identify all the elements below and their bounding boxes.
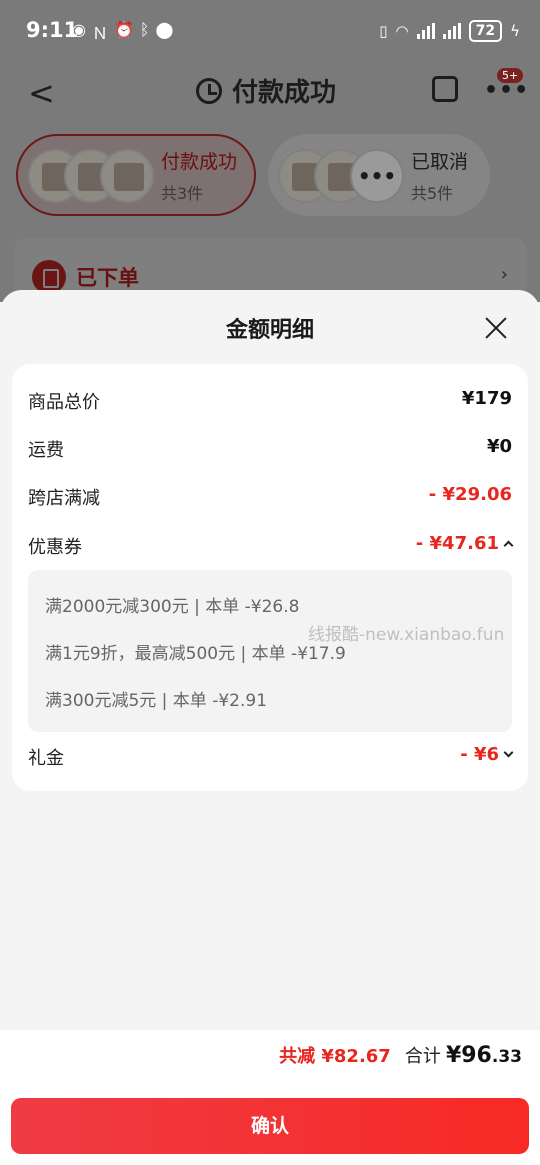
chevron-down-icon[interactable] [503,747,514,758]
order-page-overlay: < 付款成功 ••• 5+ 付款成功 共3件 ••• 已取消 共5件 已下单 › [0,62,540,318]
bluetooth-icon: ᛒ [139,20,150,39]
order-status-label: 已下单 [76,266,139,290]
close-icon[interactable] [484,316,508,340]
status-icons-right: ▯ ◠ 72 ϟ [379,20,520,42]
order-tab-paid[interactable]: 付款成功 共3件 [16,134,256,216]
signal-icon-2 [442,23,461,39]
row-label: 礼金 [28,748,64,769]
watermark-text: 线报酷-new.xianbao.fun [308,625,505,645]
row-total-price: 商品总价 ¥179 [28,388,512,418]
alarm-icon: ⏰ [113,20,134,39]
location-icon: ⬤ [155,20,174,39]
notification-badge: 5+ [497,68,524,83]
coupon-detail-item: 满300元减5元 | 本单 -¥2.91 [45,691,268,711]
total-amount-integer: ¥96 [445,1043,492,1068]
nfc-icon: Ｎ [91,24,108,43]
sheet-title: 金额明细 [225,318,314,343]
row-value: - ¥29.06 [428,484,512,505]
page-title: 付款成功 [196,72,336,109]
row-value: - ¥6 [460,744,499,765]
vibrate-icon: ▯ [379,22,388,40]
row-shipping: 运费 ¥0 [28,436,512,466]
row-label: 运费 [28,440,64,461]
back-icon[interactable]: < [28,74,55,112]
order-tab-count: 共3件 [161,183,204,203]
status-icons-left: ◉ Ｎ ⏰ ᛒ ⬤ [72,20,173,44]
status-bar: 9:11 ◉ Ｎ ⏰ ᛒ ⬤ ▯ ◠ 72 ϟ [0,0,540,62]
eye-icon: ◉ [72,20,86,39]
row-value: ¥0 [486,436,512,457]
product-thumbnails [28,145,154,205]
product-thumbnails: ••• [278,145,404,205]
order-icon [32,260,66,294]
total-saved: 共减 ¥82.67 [279,1046,391,1067]
signal-icon [416,23,435,39]
order-tab-title: 已取消 [411,150,469,173]
product-thumb [100,149,154,203]
row-label: 商品总价 [28,392,100,413]
coupon-detail-item: 满2000元减300元 | 本单 -¥26.8 [45,597,300,617]
order-tab-title: 付款成功 [161,150,238,173]
total-label: 合计 [404,1046,441,1067]
row-label: 优惠券 [28,537,82,558]
total-summary: 共减 ¥82.67 合计 ¥96.33 [279,1042,522,1068]
row-value: ¥179 [461,388,512,409]
coupon-detail-box: 满2000元减300元 | 本单 -¥26.8 满1元9折，最高减500元 | … [28,570,512,732]
row-value: - ¥47.61 [415,533,499,554]
more-products-icon: ••• [350,149,404,203]
confirm-button[interactable]: 确认 [11,1098,529,1154]
charging-icon: ϟ [510,22,520,40]
row-cross-store-discount: 跨店满减 - ¥29.06 [28,484,512,514]
chevron-right-icon: › [500,264,508,285]
clock-icon [196,77,222,104]
battery-icon: 72 [468,20,503,42]
amount-detail-card: 商品总价 ¥179 运费 ¥0 跨店满减 - ¥29.06 优惠券 - ¥47.… [12,364,528,791]
total-amount-decimal: .33 [491,1047,522,1067]
row-gift-money[interactable]: 礼金 - ¥6 [28,744,514,774]
row-label: 跨店满减 [28,488,100,509]
chevron-up-icon[interactable] [503,540,514,551]
wifi-icon: ◠ [395,22,409,40]
status-time: 9:11 [26,18,79,42]
coupon-detail-item: 满1元9折，最高减500元 | 本单 -¥17.9 [45,644,346,664]
checkout-footer: 共减 ¥82.67 合计 ¥96.33 确认 [0,1030,540,1165]
row-coupon[interactable]: 优惠券 - ¥47.61 [28,533,514,563]
page-title-text: 付款成功 [232,78,337,108]
total-amount: ¥96.33 [446,1043,522,1068]
order-tab-count: 共5件 [411,183,454,203]
order-tab-cancelled[interactable]: ••• 已取消 共5件 [268,134,490,216]
share-icon[interactable] [432,76,458,102]
